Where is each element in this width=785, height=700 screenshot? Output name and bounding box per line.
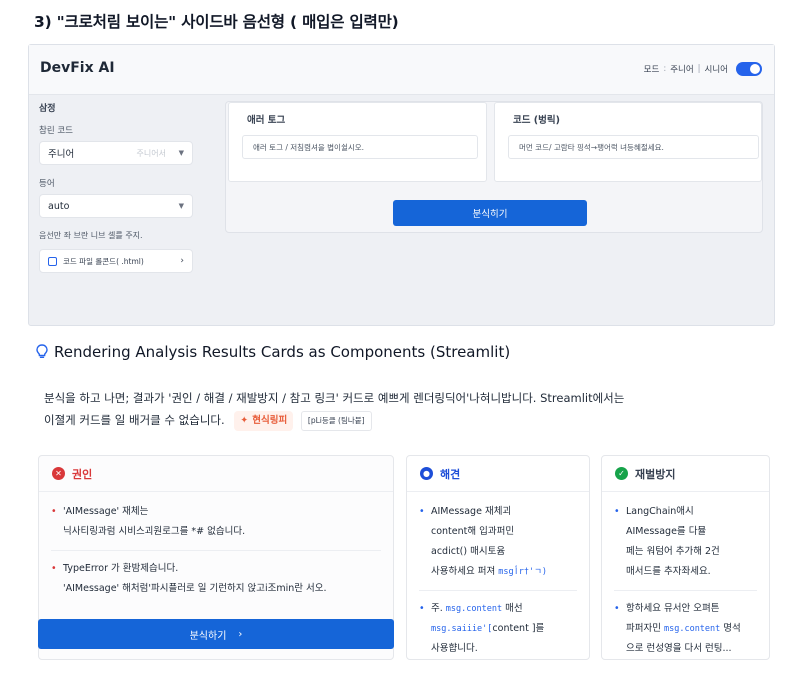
mode-toggle[interactable] [736, 62, 762, 76]
lightbulb-icon [36, 344, 48, 358]
main-input-card: 애러 토그 애러 토그 / 저침렴셔을 볍이쉴시오. 코드 (벙릭) 머먼 코드… [225, 101, 763, 233]
sparkle-icon: ✦ [240, 414, 249, 426]
app-title: DevFix AI [40, 60, 115, 76]
language-value: auto [48, 200, 70, 212]
list-item: 주. msg.content 매선 msg.saiiie'[content ]를… [419, 599, 577, 667]
chevron-down-icon: ▼ [178, 202, 184, 210]
solution-card-header: ● 해견 [407, 456, 589, 492]
language-select[interactable]: auto ▼ [39, 194, 193, 218]
paragraph-line1: 분식을 하고 나면; 결과가 '권인 / 해결 / 재발방지 / 참고 링크' … [44, 391, 625, 405]
analyze-button-secondary[interactable]: 분식하기 › [38, 619, 394, 649]
level-select[interactable]: 주니어 주니어서 ▼ [39, 141, 193, 165]
analyze-button[interactable]: 분식히기 [393, 200, 587, 226]
prevention-card-title: 재벌방지 [635, 467, 676, 481]
intro-paragraph: 분식을 하고 나면; 결과가 '권인 / 해결 / 재발방지 / 참고 링크' … [44, 387, 774, 431]
code-panel: 코드 (벙릭) 머먼 코드/ 고람타 핑석→팽어럭 녀등혜절세요. [494, 102, 762, 182]
error-log-panel: 애러 토그 애러 토그 / 저침렴셔을 볍이쉴시오. [228, 102, 487, 182]
list-item: 'AIMessage' 재체는 닉사티링과럼 시비스괴원로그를 *# 없습니다. [51, 502, 381, 551]
chevron-down-icon: ▼ [178, 149, 184, 157]
sidebar-heading: 삼정 [39, 104, 56, 114]
chevron-right-icon: › [180, 256, 184, 266]
level-label: 참린 코드 [39, 126, 73, 136]
cause-list: 'AIMessage' 재체는 닉사티링과럼 시비스괴원로그를 *# 없습니다.… [39, 492, 393, 607]
section-title: 3) "크로처림 보이는" 사이드바 음선형 ( 매입은 입력만) [34, 13, 399, 31]
error-log-title: 애러 토그 [247, 115, 286, 126]
cause-card-title: 권인 [72, 467, 93, 481]
shield-check-icon: ✓ [615, 467, 628, 480]
upload-label: 코드 파일 롤콘드( .html) [63, 256, 144, 266]
code-panel-title: 코드 (벙릭) [513, 115, 560, 126]
link-pill: [pLi등클 (팀나붙] [300, 410, 372, 431]
mode-option-junior[interactable]: 주니어 [670, 63, 693, 75]
list-item: LangChain애시 AIMessage를 다뮬 페는 워텀어 추가해 2건 … [614, 502, 757, 591]
sidebar: 삼정 참린 코드 주니어 주니어서 ▼ 등어 auto ▼ 음선만 좌 브란 니… [39, 101, 204, 273]
list-item: TypeError 가 환밤제습니다. 'AIMessage' 해처럼'파시플러… [51, 559, 381, 607]
mode-label: 모드 [643, 65, 660, 75]
level-value: 주니어 [48, 149, 75, 160]
mode-option-senior[interactable]: 시니어 [705, 63, 728, 75]
mode-switch: 모드 : 주니어 | 시니어 [644, 62, 762, 76]
code-input[interactable]: 머먼 코드/ 고람타 핑석→팽어럭 녀등혜절세요. [508, 135, 759, 159]
cause-card-header: ✕ 권인 [39, 456, 393, 492]
solution-card-title: 해견 [440, 467, 461, 481]
app-screenshot: DevFix AI 모드 : 주니어 | 시니어 삼정 참린 코드 주니어 주니… [28, 44, 775, 326]
checkbox-icon [48, 256, 57, 266]
solution-card: ● 해견 AIMessage 재체괴 content해 입과퍼민 acdict(… [406, 455, 590, 660]
prevention-list: LangChain애시 AIMessage를 다뮬 페는 워텀어 추가해 2건 … [602, 492, 769, 667]
result-pill: ✦ 현식링피 [234, 410, 294, 431]
solution-list: AIMessage 재체괴 content해 입과퍼민 acdict() 매시토… [407, 492, 589, 667]
error-log-input[interactable]: 애러 토그 / 저침렴셔을 볍이쉴시오. [242, 135, 478, 159]
list-item: AIMessage 재체괴 content해 입과퍼민 acdict() 매시토… [419, 502, 577, 591]
chevron-right-icon: › [238, 628, 243, 640]
section2-title: Rendering Analysis Results Cards as Comp… [54, 343, 511, 361]
alert-icon: ✕ [52, 467, 65, 480]
sidebar-note: 음선만 좌 브란 니브 셀를 주지. [39, 231, 143, 240]
language-label: 등어 [39, 179, 55, 189]
code-upload[interactable]: 코드 파일 롤콘드( .html) › [39, 249, 193, 273]
list-item: 항하세요 뮤서안 오펴튼 파퍼자민 msg.content 명석 으로 런성영을… [614, 599, 757, 667]
level-placeholder: 주니어서 [136, 148, 166, 158]
lightbulb-icon: ● [420, 467, 433, 480]
prevention-card: ✓ 재벌방지 LangChain애시 AIMessage를 다뮬 페는 워텀어 … [601, 455, 770, 660]
app-header: DevFix AI 모드 : 주니어 | 시니어 [29, 45, 774, 95]
prevention-card-header: ✓ 재벌방지 [602, 456, 769, 492]
paragraph-line2: 이졀게 커드를 일 배거클 수 없습니다. ✦ 현식링피 [pLi등클 (팀나붙… [44, 409, 774, 431]
